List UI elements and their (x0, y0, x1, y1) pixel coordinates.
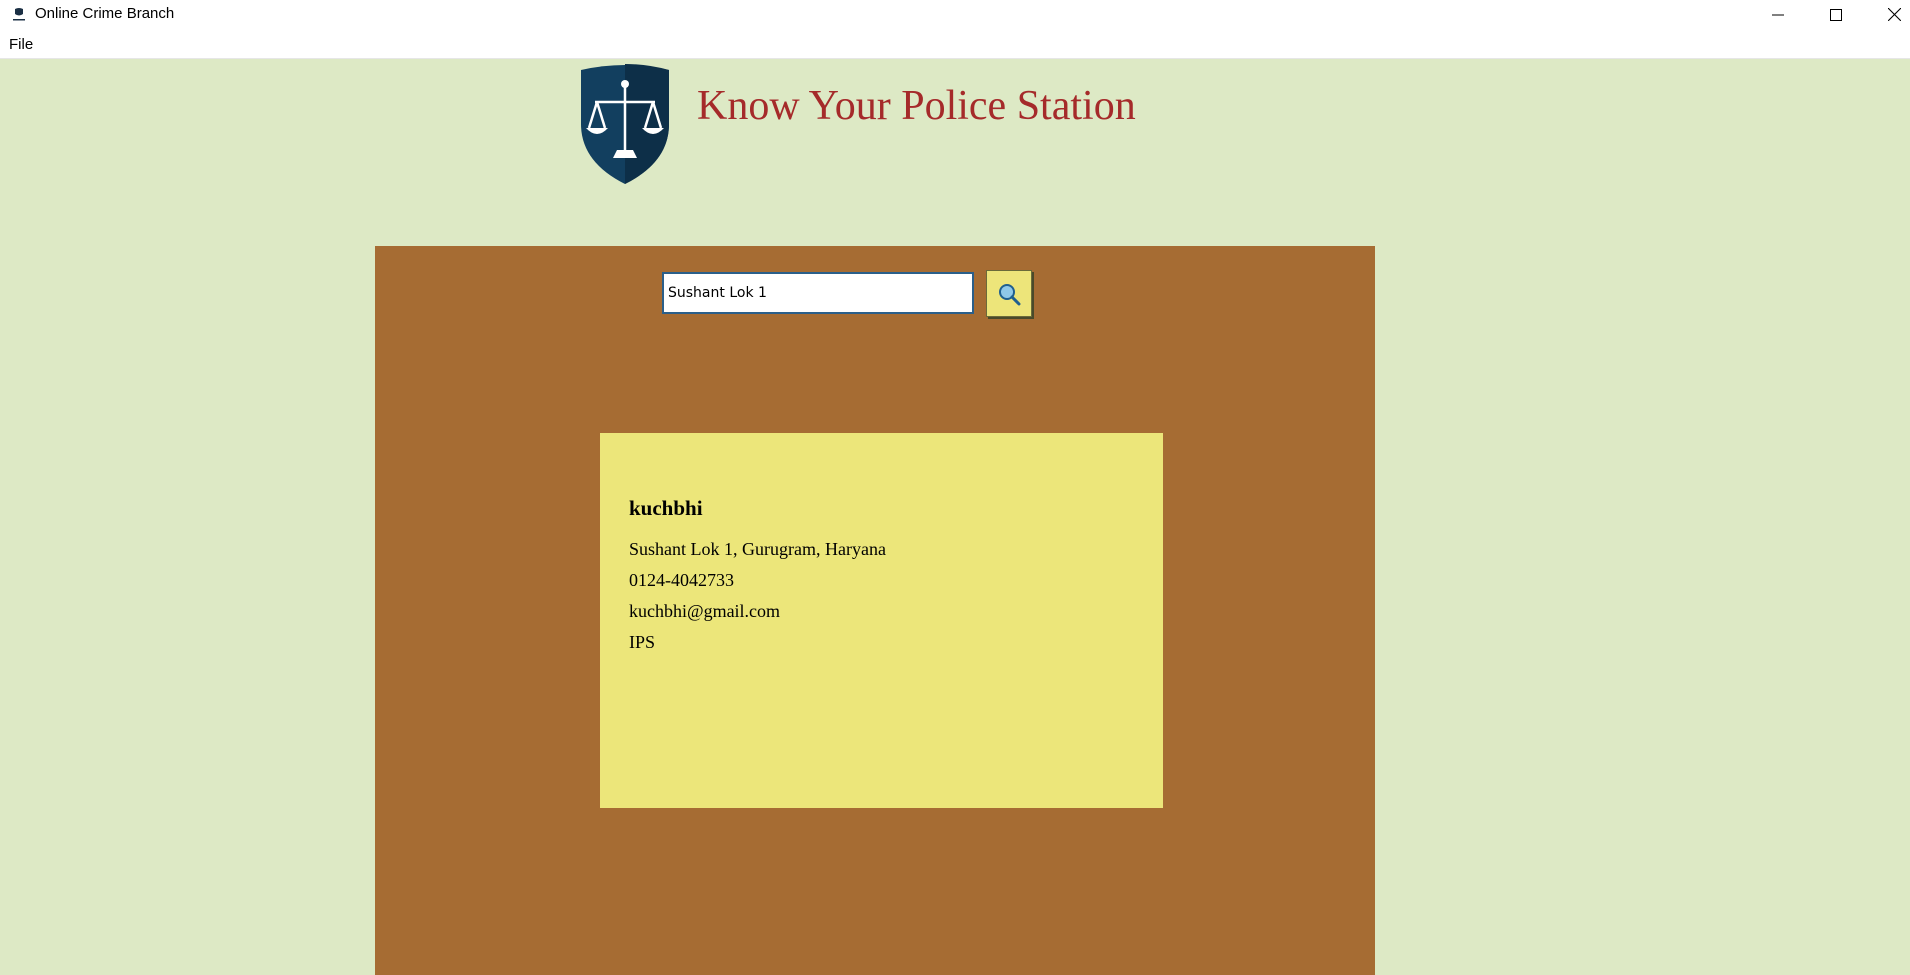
menu-bar: File (0, 29, 1910, 59)
station-address: Sushant Lok 1, Gurugram, Haryana (629, 539, 886, 559)
minimize-icon (1772, 14, 1784, 15)
minimize-button[interactable] (1749, 0, 1807, 29)
search-button[interactable] (986, 270, 1032, 317)
window-title: Online Crime Branch (35, 5, 175, 22)
maximize-icon (1830, 8, 1842, 21)
maximize-button[interactable] (1807, 0, 1865, 29)
page-title: Know Your Police Station (697, 83, 1136, 129)
station-name: kuchbhi (629, 496, 703, 520)
officer-rank: IPS (629, 632, 656, 652)
search-icon (999, 283, 1021, 305)
title-bar: Online Crime Branch (0, 0, 1910, 29)
scales-of-justice-shield-icon (581, 64, 669, 184)
close-button[interactable] (1865, 0, 1910, 29)
close-icon (1887, 8, 1901, 21)
menu-file[interactable]: File (9, 36, 33, 53)
station-phone: 0124-4042733 (629, 570, 734, 590)
search-input[interactable] (662, 272, 974, 314)
station-email: kuchbhi@gmail.com (629, 601, 781, 621)
app-icon (13, 8, 25, 21)
